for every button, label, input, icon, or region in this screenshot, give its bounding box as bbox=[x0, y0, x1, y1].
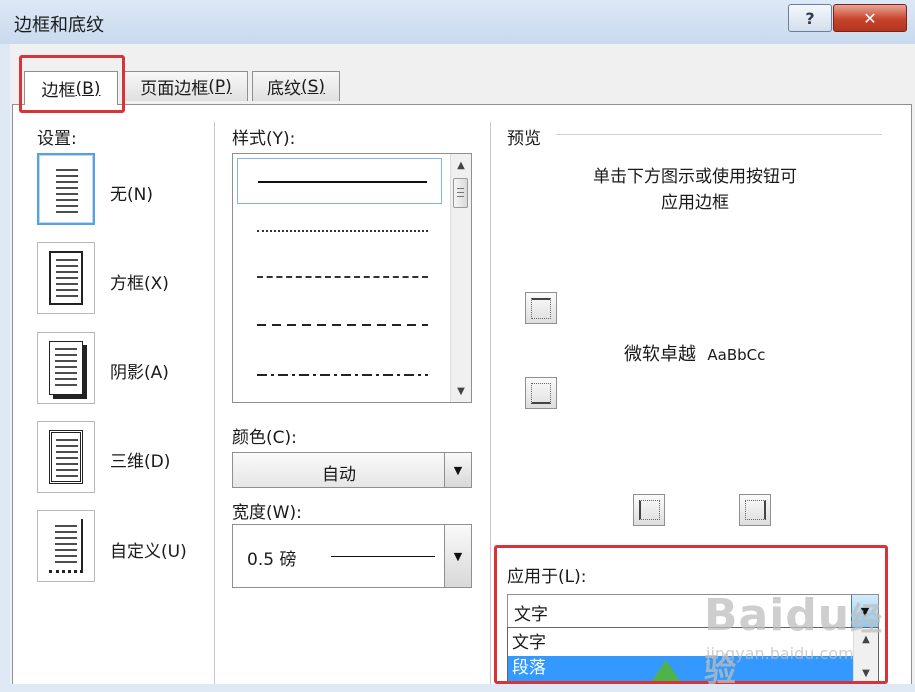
setting-none-button[interactable] bbox=[37, 153, 95, 225]
preview-instruction-line2: 应用边框 bbox=[661, 193, 729, 213]
style-label: 样式(Y): bbox=[232, 129, 296, 149]
close-button[interactable]: ✕ bbox=[833, 4, 907, 32]
apply-to-label: 应用于(L): bbox=[507, 567, 587, 587]
apply-to-options-list[interactable]: 文字 段落 ▲ ▼ bbox=[507, 627, 879, 684]
style-option-solid[interactable] bbox=[237, 158, 442, 204]
page-3d-border-icon bbox=[49, 430, 83, 484]
width-dropdown[interactable]: 0.5 磅 ▼ bbox=[232, 524, 472, 588]
scroll-up-icon[interactable]: ▲ bbox=[451, 156, 471, 174]
left-border-icon bbox=[638, 500, 660, 520]
apply-to-dropdown-arrow-icon[interactable]: ▼ bbox=[851, 595, 878, 627]
width-label: 宽度(W): bbox=[232, 503, 302, 523]
page-custom-border-icon bbox=[49, 519, 83, 573]
preview-sample-en: AaBbCc bbox=[707, 346, 766, 364]
divider-right bbox=[490, 122, 491, 684]
top-border-icon bbox=[531, 297, 551, 319]
setting-shadow-label: 阴影(A) bbox=[110, 363, 169, 383]
right-border-icon bbox=[744, 500, 766, 520]
color-label: 颜色(C): bbox=[232, 428, 297, 448]
tab-shading-label: 底纹 bbox=[266, 79, 301, 99]
page-box-border-icon bbox=[49, 251, 83, 305]
width-value: 0.5 磅 bbox=[247, 550, 297, 570]
bottom-border-button[interactable] bbox=[525, 377, 557, 409]
preview-instruction-line1: 单击下方图示或使用按钮可 bbox=[593, 167, 797, 187]
green-arrow-icon bbox=[650, 660, 682, 684]
bottom-border-icon bbox=[531, 382, 551, 404]
scroll-down-icon[interactable]: ▼ bbox=[451, 382, 471, 400]
style-option-dotted[interactable] bbox=[237, 208, 442, 254]
color-value: 自动 bbox=[322, 465, 356, 485]
apply-to-dropdown[interactable]: 文字 ▼ bbox=[507, 594, 879, 628]
style-option-dash-dot[interactable] bbox=[237, 352, 442, 398]
left-border-button[interactable] bbox=[633, 494, 665, 526]
help-button[interactable]: ? bbox=[788, 4, 832, 32]
setting-custom-button[interactable] bbox=[37, 510, 95, 582]
apply-to-scroll-down-icon[interactable]: ▼ bbox=[854, 664, 878, 682]
right-border-button[interactable] bbox=[739, 494, 771, 526]
preview-heading: 预览 bbox=[507, 129, 541, 149]
color-dropdown[interactable]: 自动 ▼ bbox=[232, 452, 472, 488]
tab-borders-label: 边框 bbox=[41, 81, 76, 101]
width-dropdown-arrow-icon[interactable]: ▼ bbox=[444, 525, 471, 587]
tab-borders[interactable]: 边框 (B) bbox=[24, 71, 118, 105]
tab-borders-accel: (B) bbox=[75, 78, 101, 99]
preview-sample: 微软卓越 AaBbCc bbox=[624, 340, 765, 366]
preview-separator bbox=[556, 134, 882, 135]
tab-shading-accel: (S) bbox=[300, 76, 326, 97]
preview-sample-cn: 微软卓越 bbox=[624, 344, 696, 365]
setting-box-label: 方框(X) bbox=[110, 274, 169, 294]
apply-to-option-text[interactable]: 文字 bbox=[508, 631, 853, 656]
setting-shadow-button[interactable] bbox=[37, 332, 95, 404]
help-icon: ? bbox=[805, 8, 815, 28]
style-scrollbar[interactable]: ▲ ▼ bbox=[450, 154, 471, 402]
scroll-thumb[interactable] bbox=[453, 178, 468, 208]
tab-page-border-accel: (P) bbox=[208, 76, 232, 97]
style-option-dashed-small[interactable] bbox=[237, 254, 442, 300]
title-bar: 边框和底纹 ? ✕ bbox=[0, 0, 915, 44]
tab-page-border-label: 页面边框 bbox=[140, 79, 209, 99]
apply-to-scroll-up-icon[interactable]: ▲ bbox=[854, 630, 878, 648]
color-dropdown-arrow-icon[interactable]: ▼ bbox=[444, 453, 471, 487]
settings-heading: 设置: bbox=[37, 129, 77, 149]
style-listbox[interactable]: ▲ ▼ bbox=[232, 153, 472, 403]
top-border-button[interactable] bbox=[525, 292, 557, 324]
setting-box-button[interactable] bbox=[37, 242, 95, 314]
apply-to-list-scrollbar[interactable]: ▲ ▼ bbox=[853, 628, 878, 683]
apply-to-value: 文字 bbox=[514, 605, 548, 625]
style-option-dashed[interactable] bbox=[237, 302, 442, 348]
tab-shading[interactable]: 底纹 (S) bbox=[252, 71, 340, 101]
setting-3d-label: 三维(D) bbox=[110, 452, 171, 472]
divider-left bbox=[214, 122, 215, 684]
dialog-title: 边框和底纹 bbox=[14, 15, 104, 36]
tab-page-border[interactable]: 页面边框 (P) bbox=[124, 71, 248, 101]
setting-3d-button[interactable] bbox=[37, 421, 95, 493]
width-sample-line bbox=[331, 556, 435, 557]
page-shadow-border-icon bbox=[49, 341, 83, 395]
setting-custom-label: 自定义(U) bbox=[110, 542, 187, 562]
page-no-border-icon bbox=[50, 163, 84, 217]
setting-none-label: 无(N) bbox=[110, 185, 153, 205]
close-icon: ✕ bbox=[863, 8, 877, 28]
